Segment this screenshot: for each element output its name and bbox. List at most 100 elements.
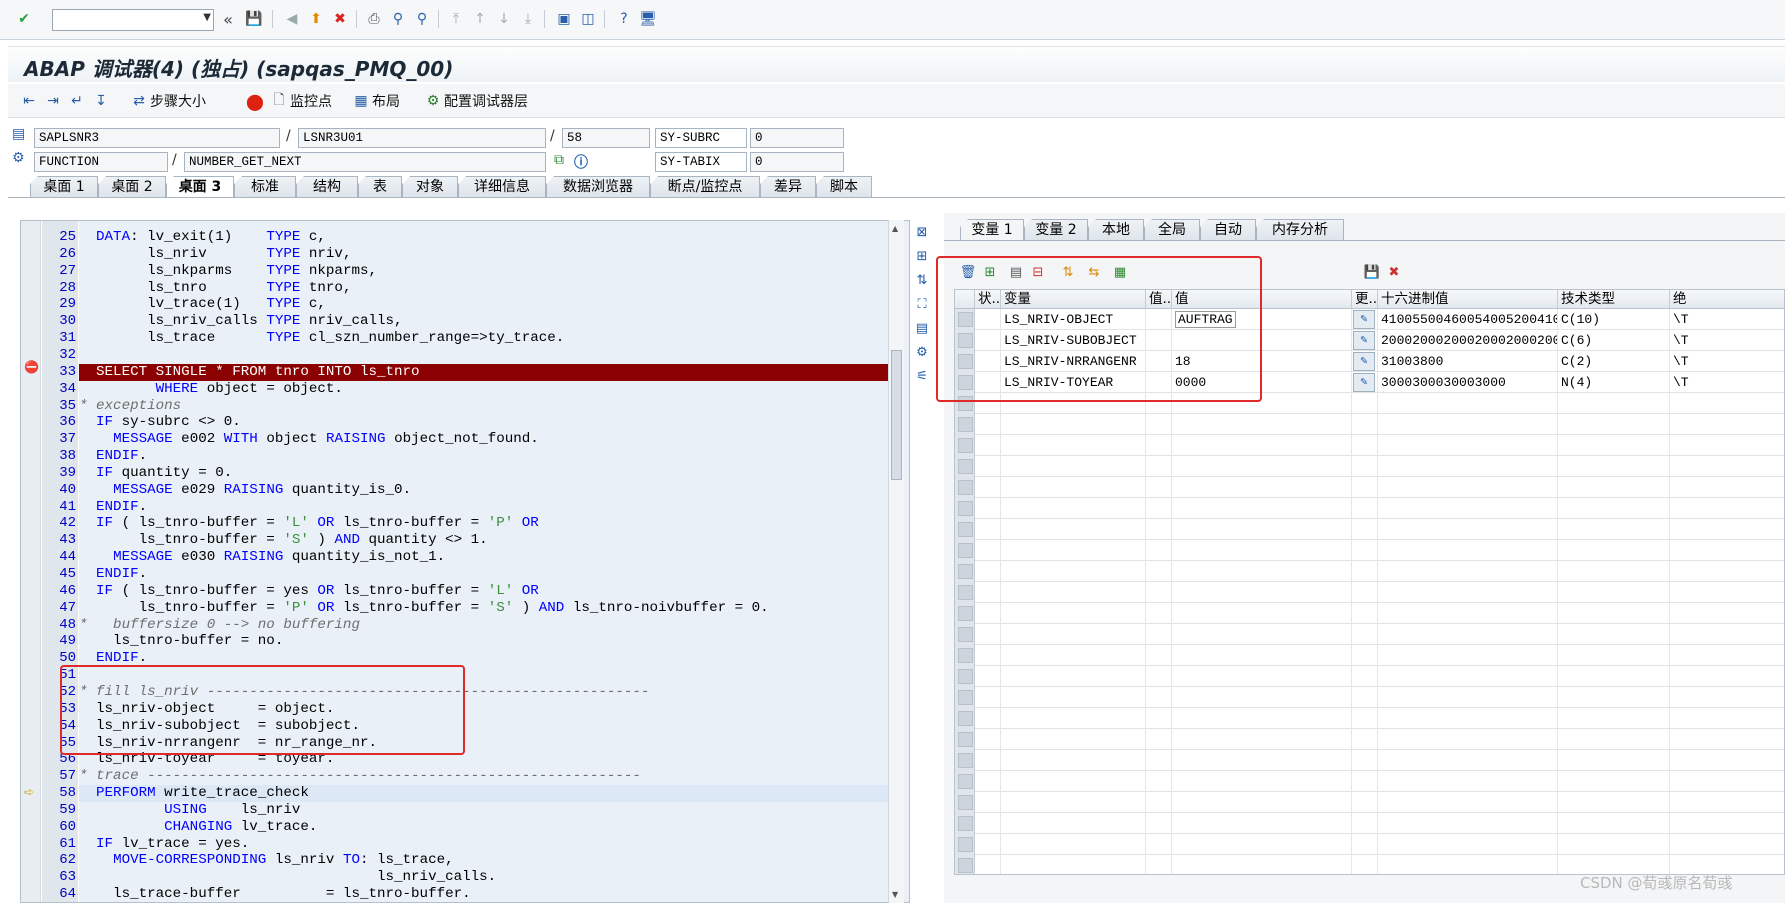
- grid-cell[interactable]: [1378, 477, 1558, 498]
- tab-data-browser[interactable]: 数据浏览器: [546, 176, 650, 198]
- row-selector[interactable]: [955, 813, 975, 834]
- settings-icon[interactable]: ⚙: [912, 342, 932, 362]
- tab-desktop-3[interactable]: 桌面 3: [166, 176, 234, 198]
- grid-cell[interactable]: [1352, 666, 1378, 687]
- code-line[interactable]: ls_nriv TYPE nriv,: [79, 246, 889, 263]
- grid-cell[interactable]: [1352, 456, 1378, 477]
- header-tech-type[interactable]: 技术类型: [1558, 290, 1670, 309]
- prev-page-icon[interactable]: ↑: [470, 9, 490, 29]
- continue-icon[interactable]: ↧: [92, 90, 112, 112]
- grid-cell[interactable]: [1670, 624, 1784, 645]
- scroll-down-icon[interactable]: ▼: [892, 890, 898, 899]
- grid-cell[interactable]: [975, 771, 1001, 792]
- grid-cell[interactable]: [975, 834, 1001, 855]
- grid-cell[interactable]: [1146, 624, 1172, 645]
- hex-value-cell[interactable]: 31003800: [1378, 351, 1558, 372]
- grid-cell[interactable]: [1172, 519, 1352, 540]
- grid-cell[interactable]: [1558, 729, 1670, 750]
- layout-button[interactable]: ▦ 布局: [352, 90, 400, 112]
- services-icon[interactable]: ▤: [912, 318, 932, 338]
- grid-cell[interactable]: [975, 624, 1001, 645]
- absolute-type-cell[interactable]: \T: [1670, 372, 1784, 393]
- grid-cell[interactable]: [1146, 393, 1172, 414]
- grid-cell[interactable]: [975, 519, 1001, 540]
- grid-corner[interactable]: [955, 290, 975, 309]
- tab-desktop-2[interactable]: 桌面 2: [98, 176, 166, 198]
- grid-cell[interactable]: [1001, 519, 1146, 540]
- value-input[interactable]: AUFTRAG: [1175, 311, 1236, 328]
- grid-cell[interactable]: [1146, 708, 1172, 729]
- row-selector[interactable]: [955, 372, 975, 393]
- grid-cell[interactable]: [975, 729, 1001, 750]
- hex-value-cell[interactable]: 200020002000200020002000: [1378, 330, 1558, 351]
- grid-cell[interactable]: [1558, 477, 1670, 498]
- row-selector[interactable]: [955, 645, 975, 666]
- grid-cell[interactable]: [1378, 498, 1558, 519]
- transfer-icon[interactable]: ⇆: [1084, 263, 1104, 281]
- grid-cell[interactable]: [1352, 834, 1378, 855]
- hex-value-cell[interactable]: 3000300030003000: [1378, 372, 1558, 393]
- grid-cell[interactable]: [1378, 708, 1558, 729]
- tab-object[interactable]: 对象: [402, 176, 458, 198]
- grid-cell[interactable]: [1670, 750, 1784, 771]
- code-line[interactable]: MESSAGE e029 RAISING quantity_is_0.: [79, 482, 889, 499]
- grid-cell[interactable]: [1172, 792, 1352, 813]
- remove-row-icon[interactable]: ⊟: [1028, 263, 1048, 281]
- code-line[interactable]: ls_nriv-subobject = subobject.: [79, 718, 889, 735]
- header-value[interactable]: 值: [1172, 290, 1352, 309]
- save-variables-icon[interactable]: 💾: [1362, 263, 1382, 281]
- grid-cell[interactable]: [1670, 729, 1784, 750]
- code-line[interactable]: ls_nriv_calls.: [79, 869, 889, 886]
- absolute-type-cell[interactable]: \T: [1670, 309, 1784, 330]
- grid-cell[interactable]: [1001, 393, 1146, 414]
- grid-cell[interactable]: [1352, 624, 1378, 645]
- current-code-line[interactable]: PERFORM write_trace_check: [79, 785, 889, 803]
- row-selector[interactable]: [955, 351, 975, 372]
- navigate-icon[interactable]: ⧉: [554, 152, 564, 168]
- grid-cell[interactable]: [1378, 603, 1558, 624]
- grid-cell[interactable]: [1558, 393, 1670, 414]
- grid-cell[interactable]: [1352, 750, 1378, 771]
- row-selector[interactable]: [955, 855, 975, 874]
- grid-cell[interactable]: [975, 330, 1001, 351]
- code-line[interactable]: ENDIF.: [79, 650, 889, 667]
- grid-cell[interactable]: [1352, 561, 1378, 582]
- tab-breakpoints[interactable]: 断点/监控点: [650, 176, 760, 198]
- code-line[interactable]: lv_trace(1) TYPE c,: [79, 296, 889, 313]
- program-field[interactable]: SAPLSNR3: [34, 128, 280, 148]
- code-line[interactable]: ls_tnro-buffer = 'S' ) AND quantity <> 1…: [79, 532, 889, 549]
- row-selector[interactable]: [955, 666, 975, 687]
- grid-cell[interactable]: [1378, 645, 1558, 666]
- grid-cell[interactable]: [1146, 792, 1172, 813]
- variable-name-cell[interactable]: LS_NRIV-NRRANGENR: [1001, 351, 1146, 372]
- grid-cell[interactable]: [1001, 435, 1146, 456]
- variable-value-cell[interactable]: AUFTRAG: [1172, 309, 1352, 330]
- grid-cell[interactable]: [1352, 540, 1378, 561]
- grid-cell[interactable]: [1352, 393, 1378, 414]
- code-line[interactable]: IF ( ls_tnro-buffer = 'L' OR ls_tnro-buf…: [79, 515, 889, 532]
- grid-cell[interactable]: [1001, 750, 1146, 771]
- grid-cell[interactable]: [1001, 729, 1146, 750]
- insert-icon[interactable]: ⊞: [980, 263, 1000, 281]
- grid-cell[interactable]: [1352, 603, 1378, 624]
- row-selector[interactable]: [955, 561, 975, 582]
- grid-cell[interactable]: [1146, 477, 1172, 498]
- grid-cell[interactable]: [1146, 687, 1172, 708]
- grid-cell[interactable]: [1352, 519, 1378, 540]
- return-icon[interactable]: ↵: [68, 90, 88, 112]
- grid-cell[interactable]: [1558, 708, 1670, 729]
- tab-desktop-1[interactable]: 桌面 1: [30, 176, 98, 198]
- chevron-down-icon[interactable]: ▼: [203, 12, 211, 23]
- code-line[interactable]: ENDIF.: [79, 448, 889, 465]
- code-line[interactable]: * exceptions: [79, 398, 889, 415]
- tab-table[interactable]: 表: [358, 176, 402, 198]
- grid-cell[interactable]: [1670, 834, 1784, 855]
- row-selector[interactable]: [955, 540, 975, 561]
- row-selector[interactable]: [955, 519, 975, 540]
- edit-pencil-icon[interactable]: ✎: [1353, 310, 1375, 329]
- grid-cell[interactable]: [975, 540, 1001, 561]
- grid-cell[interactable]: [1352, 687, 1378, 708]
- last-page-icon[interactable]: ⤓: [518, 9, 538, 29]
- grid-cell[interactable]: [975, 708, 1001, 729]
- grid-cell[interactable]: [1172, 750, 1352, 771]
